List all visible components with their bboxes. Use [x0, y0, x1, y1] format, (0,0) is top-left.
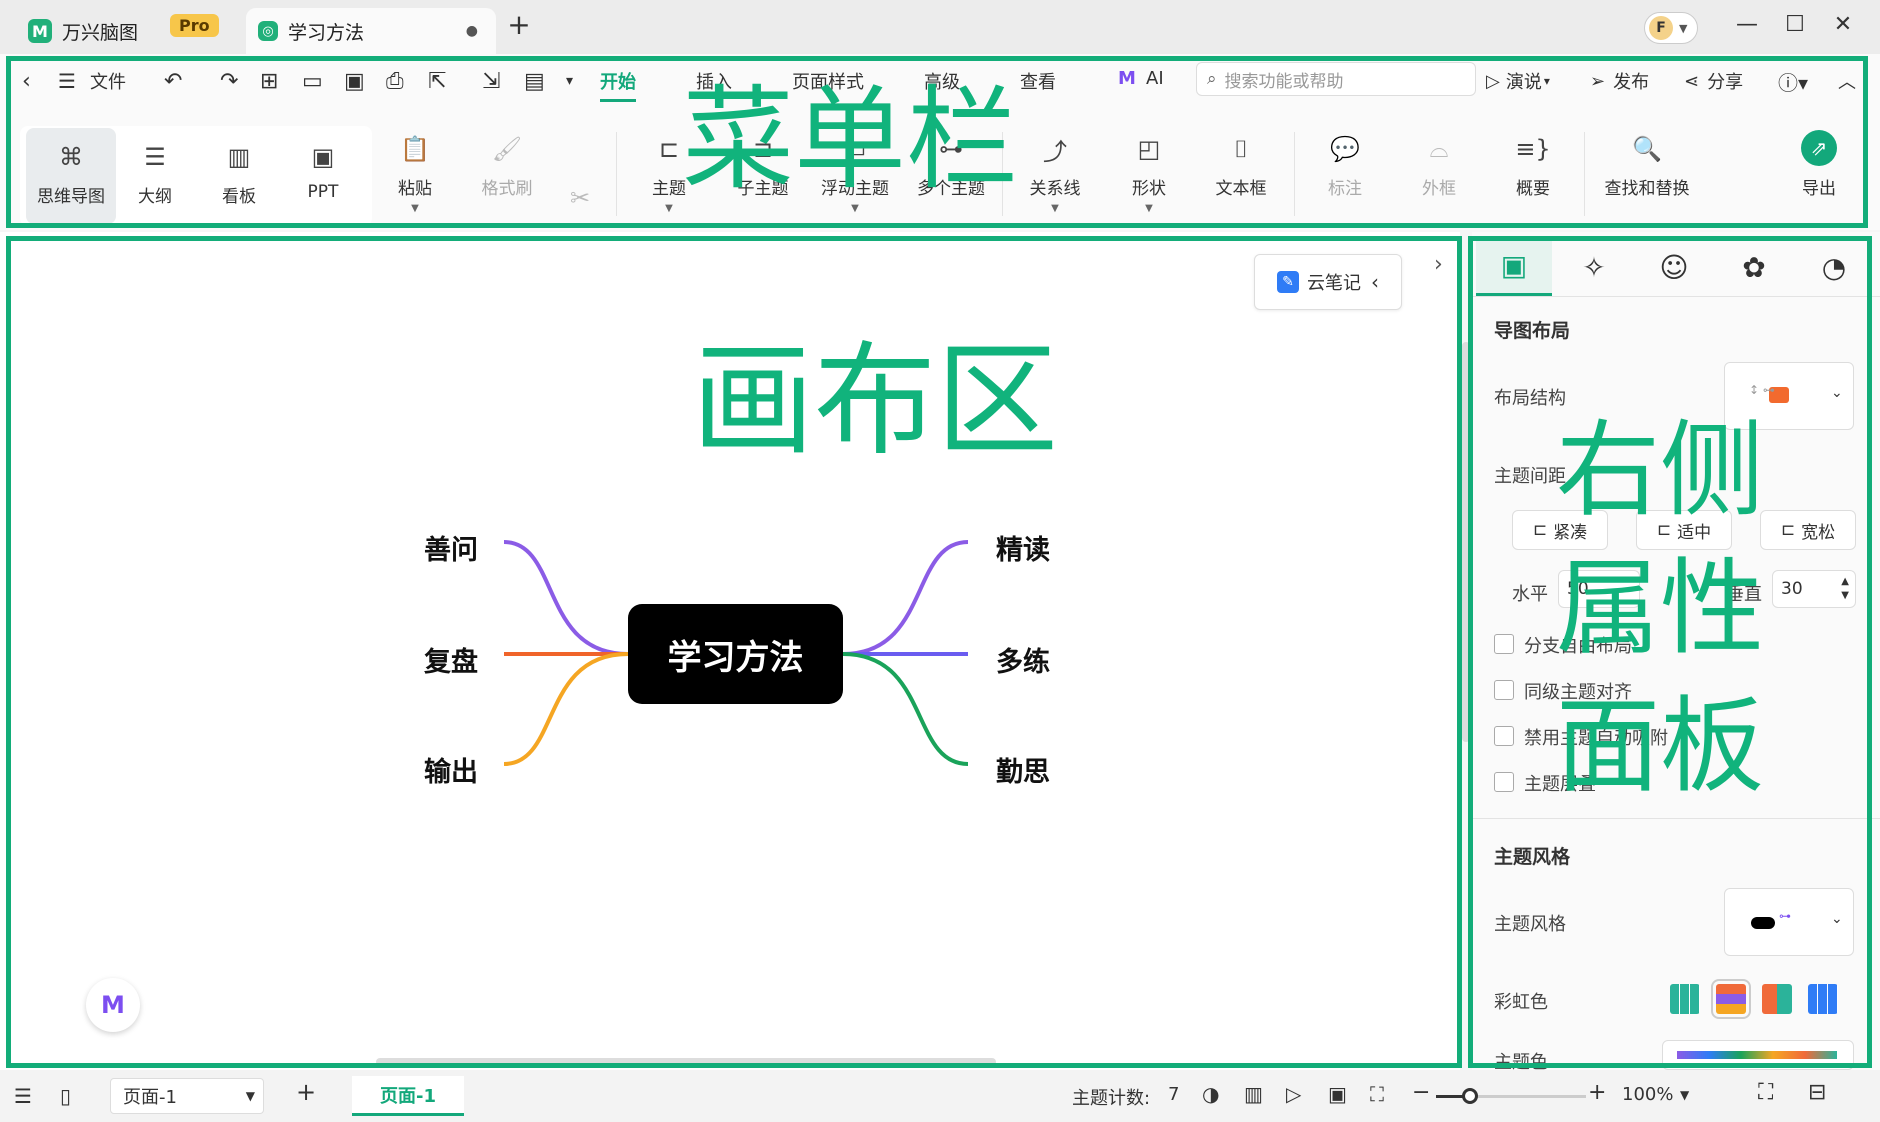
page-tab-label: 页面-1 — [380, 1085, 436, 1107]
status-bar: ☰ ▯ 页面-1 ▼ + 页面-1 主题计数: 7 ◑ ▥ ▷ ▣ ⛶ − + … — [0, 1070, 1880, 1122]
app-logo-icon: M — [28, 19, 52, 43]
zoom-out-button[interactable]: − — [1412, 1080, 1430, 1105]
avatar: F — [1649, 16, 1673, 40]
outline-toggle-icon[interactable]: ☰ — [14, 1084, 32, 1108]
document-icon: ◎ — [258, 21, 278, 41]
add-page-button[interactable]: + — [296, 1078, 316, 1106]
new-tab-button[interactable]: + — [504, 8, 534, 41]
page-select-value: 页面-1 — [123, 1087, 177, 1108]
panel-toggle-icon[interactable]: ⊟ — [1808, 1080, 1826, 1105]
fit-page-icon[interactable]: ▣ — [1328, 1082, 1347, 1106]
fullscreen-fit-icon[interactable]: ⛶ — [1370, 1082, 1384, 1106]
zoom-level[interactable]: 100% — [1622, 1084, 1673, 1105]
title-bar: M 万兴脑图 Pro ◎ 学习方法 ● + F ▼ — ☐ ✕ — [0, 0, 1880, 54]
minimize-icon[interactable]: — — [1732, 12, 1762, 37]
fullscreen-icon[interactable]: ⛶ — [1758, 1080, 1773, 1105]
zoom-slider-handle[interactable] — [1462, 1088, 1478, 1104]
right-panel-annotation-line2: 属性 — [1556, 547, 1765, 669]
pro-badge[interactable]: Pro — [170, 14, 219, 37]
page-list-icon[interactable]: ▯ — [60, 1084, 71, 1108]
menu-bar-annotation: 菜单栏 — [682, 75, 1018, 205]
close-icon[interactable]: ✕ — [1828, 12, 1858, 37]
right-panel-annotation-line3: 面板 — [1556, 685, 1765, 807]
book-icon[interactable]: ▥ — [1244, 1082, 1263, 1106]
page-select[interactable]: 页面-1 ▼ — [110, 1078, 264, 1114]
app-name: 万兴脑图 — [62, 21, 139, 44]
document-tab[interactable]: ◎ 学习方法 ● — [246, 8, 496, 54]
canvas-annotation: 画布区 — [692, 330, 1058, 472]
topic-count-label: 主题计数: — [1072, 1088, 1151, 1109]
account-menu[interactable]: F ▼ — [1644, 12, 1698, 44]
zoom-in-button[interactable]: + — [1588, 1080, 1606, 1105]
chevron-down-icon: ▼ — [245, 1089, 255, 1103]
unsaved-dot-icon[interactable]: ● — [466, 23, 478, 39]
right-panel-annotation-line1: 右侧 — [1556, 409, 1765, 531]
chevron-down-icon: ▼ — [1679, 21, 1688, 35]
zoom-slider[interactable] — [1436, 1088, 1586, 1104]
app-window: M 万兴脑图 Pro ◎ 学习方法 ● + F ▼ — ☐ ✕ ‹ ☰ 文件 ↶… — [0, 0, 1880, 1122]
maximize-icon[interactable]: ☐ — [1780, 12, 1810, 37]
document-tab-title: 学习方法 — [288, 21, 365, 44]
topic-count-value: 7 — [1168, 1084, 1180, 1105]
page-tab[interactable]: 页面-1 — [352, 1076, 464, 1116]
theme-toggle-icon[interactable]: ◑ — [1202, 1082, 1219, 1106]
play-icon[interactable]: ▷ — [1286, 1082, 1301, 1106]
chevron-down-icon[interactable]: ▼ — [1680, 1088, 1689, 1102]
